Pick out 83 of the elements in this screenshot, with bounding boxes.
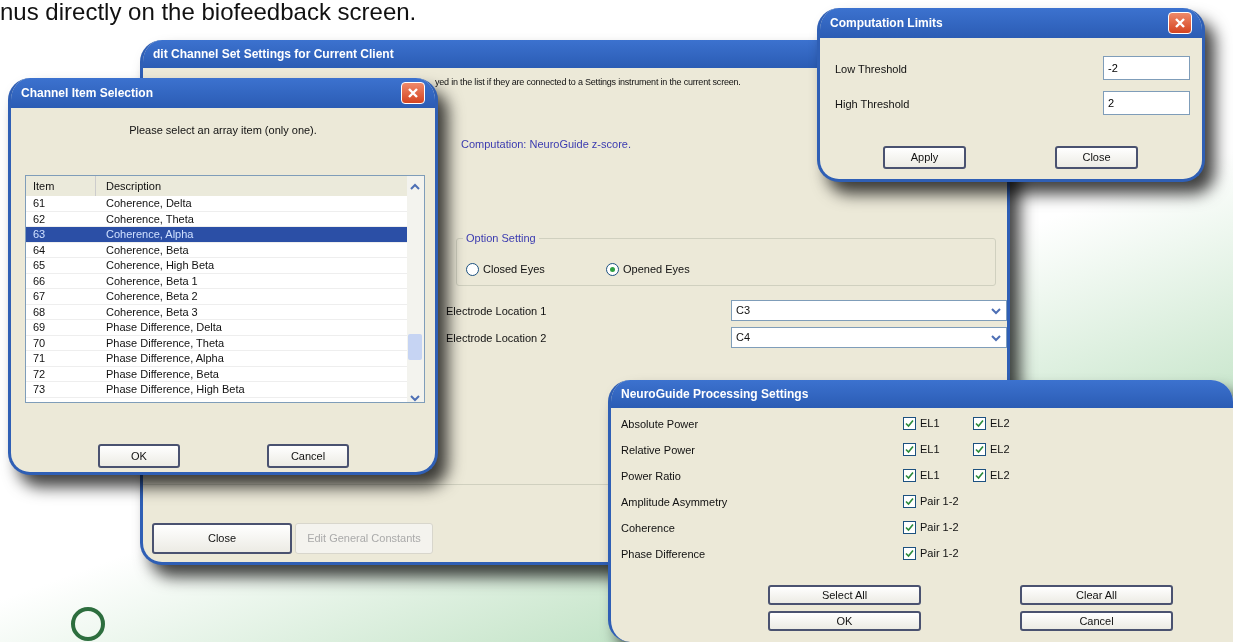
checkbox[interactable] — [903, 520, 916, 534]
window-title: dit Channel Set Settings for Current Client — [153, 46, 394, 63]
checkbox-option[interactable]: EL1 — [903, 467, 940, 484]
checkbox[interactable] — [903, 546, 916, 560]
select-all-button[interactable]: Select All — [768, 585, 921, 605]
window-title: Computation Limits — [830, 15, 943, 32]
setting-label: Amplitude Asymmetry — [621, 495, 728, 510]
window-title: NeuroGuide Processing Settings — [621, 386, 809, 403]
radio-label: Opened Eyes — [623, 262, 690, 277]
dropdown-field[interactable]: C3 — [731, 300, 1007, 321]
checkbox-option[interactable]: EL1 — [903, 415, 940, 432]
checkbox[interactable] — [903, 442, 916, 456]
apply-button[interactable]: Apply — [883, 146, 966, 169]
checkbox-option[interactable]: EL1 — [903, 441, 940, 458]
cancel-button[interactable]: Cancel — [267, 444, 349, 468]
checkbox-option[interactable]: EL2 — [973, 467, 1010, 484]
ok-button[interactable]: OK — [98, 444, 180, 468]
list-row[interactable]: 65 Coherence, High Beta — [26, 258, 407, 274]
field-label: Low Threshold — [835, 62, 907, 77]
list-row[interactable]: 63 Coherence, Alpha — [26, 227, 407, 243]
setting-label: Absolute Power — [621, 417, 699, 432]
checkbox-label: EL1 — [920, 468, 940, 483]
list-row[interactable]: 73 Phase Difference, High Beta — [26, 382, 407, 398]
window-title: Channel Item Selection — [21, 85, 154, 102]
number-field[interactable]: 2 — [1103, 91, 1190, 115]
ok-button[interactable]: OK — [768, 611, 921, 631]
checkbox[interactable] — [903, 494, 916, 508]
checkbox[interactable] — [903, 416, 916, 430]
checkbox-label: EL1 — [920, 442, 940, 457]
radio-label: Closed Eyes — [483, 262, 545, 277]
info-text: yed in the list if they are connected to a Settings instrument in the current screen. — [435, 76, 741, 89]
item-list[interactable] — [25, 175, 425, 403]
radio-button[interactable] — [466, 262, 479, 276]
list-row[interactable]: 69 Phase Difference, Delta — [26, 320, 407, 336]
checkbox-label: EL2 — [990, 442, 1010, 457]
list-row[interactable]: 70 Phase Difference, Theta — [26, 335, 407, 351]
checkbox-label: Pair 1-2 — [920, 494, 959, 509]
list-row[interactable]: 67 Coherence, Beta 2 — [26, 289, 407, 305]
checkbox-label: EL1 — [920, 416, 940, 431]
radio-option[interactable]: Opened Eyes — [606, 261, 690, 278]
scrollbar-thumb[interactable] — [408, 334, 422, 360]
list-row[interactable]: 72 Phase Difference, Beta — [26, 366, 407, 382]
checkbox-label: EL2 — [990, 416, 1010, 431]
field-label: Electrode Location 1 — [446, 304, 547, 319]
checkbox[interactable] — [903, 468, 916, 482]
close-button[interactable]: Close — [152, 523, 292, 554]
list-row[interactable]: 61 Coherence, Delta — [26, 196, 407, 212]
checkbox-label: Pair 1-2 — [920, 546, 959, 561]
checkbox-option[interactable]: Pair 1-2 — [903, 493, 959, 510]
checkbox-option[interactable]: EL2 — [973, 415, 1010, 432]
field-label: Electrode Location 2 — [446, 331, 547, 346]
close-button[interactable]: Close — [1055, 146, 1138, 169]
caption-text: nus directly on the biofeedback screen. — [0, 0, 417, 27]
field-label: High Threshold — [835, 97, 910, 112]
setting-label: Power Ratio — [621, 469, 681, 484]
checkbox-option[interactable]: EL2 — [973, 441, 1010, 458]
setting-label: Relative Power — [621, 443, 695, 458]
cancel-button[interactable]: Cancel — [1020, 611, 1173, 631]
checkbox[interactable] — [973, 416, 986, 430]
scrollbar[interactable] — [407, 176, 424, 402]
setting-label: Coherence — [621, 521, 675, 536]
close-icon[interactable] — [401, 82, 425, 104]
list-row[interactable]: 66 Coherence, Beta 1 — [26, 273, 407, 289]
checkbox[interactable] — [973, 468, 986, 482]
list-row[interactable]: 71 Phase Difference, Alpha — [26, 351, 407, 367]
checkbox[interactable] — [973, 442, 986, 456]
checkbox-option[interactable]: Pair 1-2 — [903, 545, 959, 562]
prompt-text: Please select an array item (only one). — [128, 123, 318, 138]
close-icon[interactable] — [1168, 12, 1192, 34]
list-row[interactable]: 64 Coherence, Beta — [26, 242, 407, 258]
column-header[interactable]: Description — [96, 176, 407, 196]
clear-all-button[interactable]: Clear All — [1020, 585, 1173, 605]
checkbox-label: EL2 — [990, 468, 1010, 483]
column-header[interactable]: Item — [26, 176, 96, 196]
checkbox-label: Pair 1-2 — [920, 520, 959, 535]
radio-button[interactable] — [606, 262, 619, 276]
computation-label: Computation: NeuroGuide z-score. — [461, 137, 631, 152]
radio-option[interactable]: Closed Eyes — [466, 261, 545, 278]
checkbox-option[interactable]: Pair 1-2 — [903, 519, 959, 536]
dropdown-field[interactable]: C4 — [731, 327, 1007, 348]
setting-label: Phase Difference — [621, 547, 706, 562]
list-row[interactable]: 68 Coherence, Beta 3 — [26, 304, 407, 320]
number-field[interactable]: -2 — [1103, 56, 1190, 80]
